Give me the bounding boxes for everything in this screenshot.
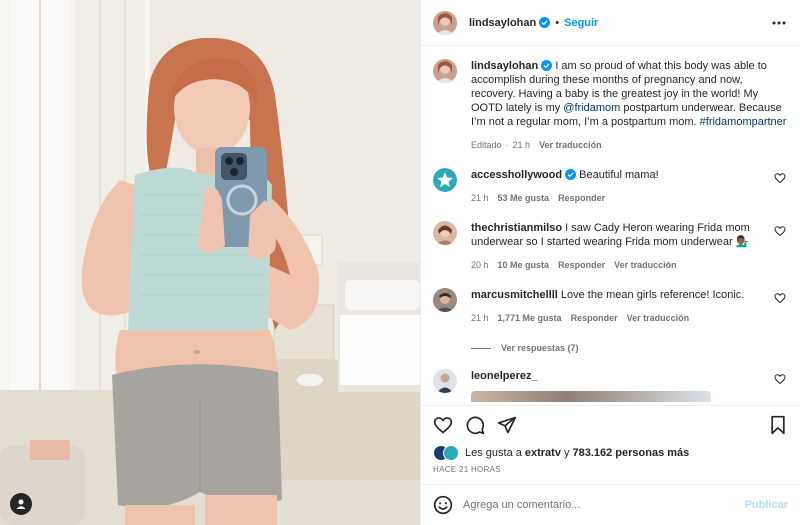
translate-link[interactable]: Ver traducción <box>614 258 677 272</box>
verified-badge-icon <box>565 169 577 180</box>
likes-middle: y <box>563 447 570 459</box>
author-avatar[interactable] <box>433 59 457 83</box>
caption-time: 21 h <box>512 140 531 150</box>
comment-time: 21 h <box>471 313 489 323</box>
post-header: lindsaylohan • Seguir <box>421 0 800 46</box>
caption: lindsaylohan I am so proud of what this … <box>433 59 788 152</box>
comment-item: accesshollywood Beautiful mama! 21 h 53 … <box>433 168 788 205</box>
caption-username[interactable]: lindsaylohan <box>471 60 538 72</box>
reply-button[interactable]: Responder <box>558 191 605 205</box>
heart-icon[interactable] <box>774 292 786 304</box>
verified-badge-icon <box>539 17 551 28</box>
comment-input[interactable] <box>463 499 745 511</box>
caption-hashtag[interactable]: #fridamompartner <box>700 116 787 128</box>
comment-image-attachment[interactable] <box>471 391 711 402</box>
comment-item: leonelperez_ <box>433 369 788 402</box>
liker-avatar <box>443 445 459 461</box>
replies-divider <box>471 347 491 349</box>
post-image[interactable] <box>0 0 420 525</box>
commenter-avatar[interactable] <box>433 369 457 393</box>
comment-time: 20 h <box>471 260 489 270</box>
comment-icon[interactable] <box>465 415 485 435</box>
likes-prefix: Les gusta a <box>465 447 522 459</box>
liker-avatars[interactable] <box>433 445 461 461</box>
comment-item: thechristianmilso I saw Cady Heron weari… <box>433 221 788 272</box>
translate-link[interactable]: Ver traducción <box>627 311 690 325</box>
caption-mention[interactable]: @fridamom <box>563 102 620 114</box>
comment-likes[interactable]: 10 Me gusta <box>498 258 550 272</box>
comment-meta: 21 h 53 Me gusta Responder <box>471 191 766 205</box>
view-replies-button[interactable]: Ver respuestas (7) <box>471 343 788 353</box>
emoji-icon[interactable] <box>433 495 453 515</box>
comment-likes[interactable]: 1,771 Me gusta <box>498 311 562 325</box>
commenter-avatar[interactable] <box>433 168 457 192</box>
author-avatar[interactable] <box>433 10 457 35</box>
commenter-avatar[interactable] <box>433 221 457 245</box>
comment-composer: Publicar <box>421 484 800 525</box>
user-tag-icon[interactable] <box>10 493 32 515</box>
comment-meta: 21 h 1,771 Me gusta Responder Ver traduc… <box>471 311 766 325</box>
comment-meta: 20 h 10 Me gusta Responder Ver traducció… <box>471 258 766 272</box>
post-timestamp[interactable]: HACE 21 HORAS <box>433 465 501 474</box>
comment-username[interactable]: leonelperez_ <box>471 370 538 382</box>
heart-icon[interactable] <box>774 225 786 237</box>
heart-icon[interactable] <box>774 172 786 184</box>
separator-dot: • <box>555 16 560 29</box>
comment-text: Beautiful mama! <box>579 169 659 181</box>
post-side-panel: lindsaylohan • Seguir lindsaylohan I am … <box>420 0 800 525</box>
comment-time: 21 h <box>471 193 489 203</box>
comment-likes[interactable]: 53 Me gusta <box>498 191 550 205</box>
caption-meta: Editado · 21 h Ver traducción <box>471 138 788 152</box>
edited-label: Editado <box>471 140 502 150</box>
verified-badge-icon <box>541 60 553 71</box>
liker-username[interactable]: extratv <box>525 447 561 459</box>
comment-text: Love the mean girls reference! Iconic. <box>560 289 745 301</box>
comments-list[interactable]: lindsaylohan I am so proud of what this … <box>421 46 800 402</box>
likes-summary: Les gusta a extratv y 783.162 personas m… <box>433 445 788 461</box>
commenter-avatar[interactable] <box>433 288 457 312</box>
likes-count[interactable]: 783.162 personas más <box>572 447 689 459</box>
heart-icon[interactable] <box>433 415 453 435</box>
post-photo <box>0 0 420 525</box>
comment-username[interactable]: marcusmitchellll <box>471 289 558 301</box>
share-icon[interactable] <box>497 415 517 435</box>
follow-button[interactable]: Seguir <box>564 17 598 29</box>
reply-button[interactable]: Responder <box>571 311 618 325</box>
caption-translate-link[interactable]: Ver traducción <box>539 138 602 152</box>
author-username[interactable]: lindsaylohan <box>469 17 536 29</box>
comment-username[interactable]: thechristianmilso <box>471 222 562 234</box>
publish-button[interactable]: Publicar <box>745 499 788 511</box>
view-replies-label: Ver respuestas (7) <box>501 343 579 353</box>
bookmark-icon[interactable] <box>768 415 788 435</box>
reply-button[interactable]: Responder <box>558 258 605 272</box>
action-bar <box>421 405 800 443</box>
dot: · <box>505 140 509 150</box>
comment-item: marcusmitchellll Love the mean girls ref… <box>433 288 788 325</box>
comment-username[interactable]: accesshollywood <box>471 169 562 181</box>
more-options-icon[interactable] <box>770 14 788 32</box>
heart-icon[interactable] <box>774 373 786 385</box>
